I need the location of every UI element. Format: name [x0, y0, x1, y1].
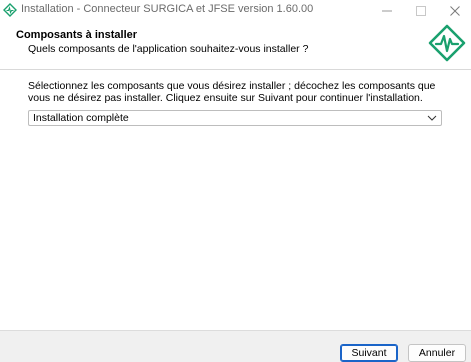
next-button[interactable]: Suivant — [340, 344, 398, 362]
minimize-icon — [382, 10, 392, 11]
close-button[interactable] — [439, 0, 471, 21]
installer-window: Installation - Connecteur SURGICA et JFS… — [0, 0, 471, 362]
page-title: Composants à installer — [16, 29, 138, 41]
maximize-icon — [416, 5, 426, 16]
wizard-header: Composants à installer Quels composants … — [0, 21, 471, 70]
wizard-content: Sélectionnez les composants que vous dés… — [0, 70, 471, 330]
minimize-button[interactable] — [371, 0, 403, 21]
wizard-footer: Suivant Annuler — [0, 330, 471, 362]
brand-logo-icon — [428, 24, 466, 62]
window-title: Installation - Connecteur SURGICA et JFS… — [21, 3, 314, 15]
maximize-button[interactable] — [405, 0, 437, 21]
close-icon — [450, 5, 460, 16]
chevron-down-icon — [427, 115, 437, 121]
components-select-value: Installation complète — [33, 112, 129, 124]
page-subtitle: Quels composants de l'application souhai… — [28, 43, 309, 55]
app-icon — [3, 3, 17, 17]
cancel-button[interactable]: Annuler — [408, 344, 466, 362]
instructions-text: Sélectionnez les composants que vous dés… — [28, 80, 436, 104]
title-bar: Installation - Connecteur SURGICA et JFS… — [0, 0, 471, 21]
components-select[interactable]: Installation complète — [28, 110, 442, 126]
